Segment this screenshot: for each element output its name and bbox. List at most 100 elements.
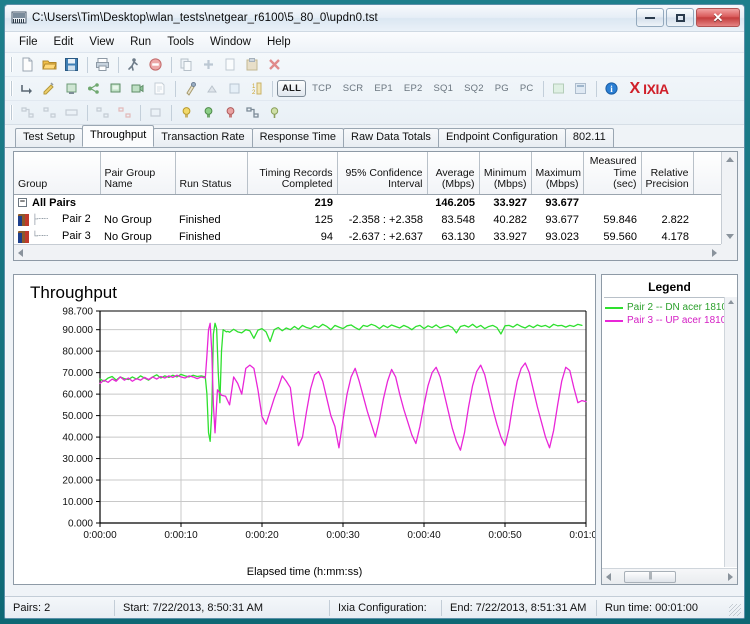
filter-tcp[interactable]: TCP [307,80,337,97]
save-disk-icon[interactable] [61,55,82,75]
cell-group: ├┈┈ Pair 2 [14,211,100,228]
scroll-left-icon[interactable] [606,573,611,581]
video-pair-icon[interactable] [127,79,148,99]
export-icon[interactable] [548,79,569,99]
table-row[interactable]: └┈┈ Pair 3 No Group Finished 94 -2.637 : … [14,228,721,245]
chart-b-icon[interactable] [39,103,60,123]
tab-802-11[interactable]: 802.11 [564,128,614,147]
menu-help[interactable]: Help [259,34,299,50]
filter-all[interactable]: ALL [277,80,307,97]
filter-ep1[interactable]: EP1 [369,80,398,97]
menu-file[interactable]: File [11,34,46,50]
bulb-green-icon[interactable] [198,103,219,123]
report-icon[interactable] [570,79,591,99]
endpoint-pair-icon[interactable] [61,79,82,99]
chart-f-icon[interactable] [145,103,166,123]
marker-icon[interactable] [264,103,285,123]
legend-vertical-scrollbar[interactable] [724,297,737,567]
scroll-right-icon[interactable] [712,249,717,257]
th-measured-time[interactable]: Measured Time (sec) [583,152,642,195]
window-title: C:\Users\Tim\Desktop\wlan_tests\netgear_… [32,12,378,24]
th-average[interactable]: Average (Mbps) [427,152,480,195]
chart-c-icon[interactable] [61,103,82,123]
tab-raw-data-totals[interactable]: Raw Data Totals [343,128,439,147]
run-test-icon[interactable] [123,55,144,75]
scroll-right-icon[interactable] [728,573,733,581]
toolbar-separator [87,56,88,73]
table-vertical-scrollbar[interactable] [721,152,737,244]
new-document-icon[interactable] [17,55,38,75]
close-button[interactable]: ✕ [696,8,740,27]
table-horizontal-scrollbar[interactable] [14,244,721,260]
th-minimum[interactable]: Minimum (Mbps) [479,152,532,195]
info-icon[interactable]: i [601,79,622,99]
toolbar-grip-icon[interactable] [10,81,13,96]
menu-view[interactable]: View [81,34,122,50]
print-icon[interactable] [92,55,113,75]
th-run-status[interactable]: Run Status [175,152,248,195]
cell-maximum: 93.677 [545,213,579,226]
th-group[interactable]: Group [14,152,101,195]
multicast-pair-icon[interactable] [83,79,104,99]
two-step-icon[interactable]: 12 [246,79,267,99]
th-timing-records[interactable]: Timing Records Completed [247,152,338,195]
vo-ip-pair-icon[interactable] [105,79,126,99]
menu-bar: File Edit View Run Tools Window Help [5,32,744,53]
script-edit-icon[interactable] [149,79,170,99]
grid-icon[interactable] [242,103,263,123]
th-relative-precision[interactable]: Relative Precision [641,152,694,195]
scroll-up-icon[interactable] [727,300,734,304]
copy-icon[interactable] [176,55,197,75]
toolbar-grip-icon[interactable] [10,105,13,120]
menu-window[interactable]: Window [202,34,259,50]
chart-a-icon[interactable] [17,103,38,123]
menu-run[interactable]: Run [122,34,159,50]
filter-sq2[interactable]: SQ2 [459,80,489,97]
filter-pg[interactable]: PG [490,80,514,97]
collapse-icon[interactable]: − [18,198,27,208]
minimize-button[interactable] [636,8,664,27]
th-maximum[interactable]: Maximum (Mbps) [531,152,584,195]
tab-test-setup[interactable]: Test Setup [15,128,83,147]
paste-pair-icon[interactable] [242,55,263,75]
delete-pair-icon[interactable] [264,55,285,75]
scroll-down-icon[interactable] [726,234,734,239]
filter-ep2[interactable]: EP2 [399,80,428,97]
filter-pc[interactable]: PC [515,80,539,97]
open-folder-icon[interactable] [39,55,60,75]
legend-horizontal-scrollbar[interactable] [602,568,737,584]
menu-edit[interactable]: Edit [46,34,82,50]
legend-item-pair-2[interactable]: Pair 2 -- DN acer 1810t [605,301,735,314]
tab-endpoint-configuration[interactable]: Endpoint Configuration [437,128,566,147]
datagram-icon[interactable] [224,79,245,99]
scroll-left-icon[interactable] [18,249,23,257]
th-pair-group-name[interactable]: Pair Group Name [100,152,176,195]
tab-throughput[interactable]: Throughput [81,125,155,147]
maximize-button[interactable] [666,8,694,27]
pair-edit-icon[interactable] [39,79,60,99]
legend-item-pair-3[interactable]: Pair 3 -- UP acer 1810t [605,314,735,327]
scroll-up-icon[interactable] [726,157,734,162]
resize-grip-icon[interactable] [729,604,741,616]
filter-scr[interactable]: SCR [338,80,369,97]
legend-scroll-thumb[interactable] [624,571,676,583]
menu-tools[interactable]: Tools [159,34,202,50]
chart-e-icon[interactable] [114,103,135,123]
toolbar-grip-icon[interactable] [10,57,13,72]
tab-response-time[interactable]: Response Time [251,128,345,147]
traffic-icon[interactable] [202,79,223,99]
chart-d-icon[interactable] [92,103,113,123]
hardware-perf-icon[interactable] [180,79,201,99]
bulb-yellow-icon[interactable] [176,103,197,123]
svg-text:40.000: 40.000 [62,433,93,444]
stop-test-icon[interactable] [145,55,166,75]
table-row[interactable]: − All Pairs 219 146.205 33.927 93.677 [14,194,721,211]
add-pair-icon[interactable] [198,55,219,75]
tab-transaction-rate[interactable]: Transaction Rate [153,128,253,147]
bulb-red-icon[interactable] [220,103,241,123]
pair-arrow-icon[interactable] [17,79,38,99]
duplicate-pair-icon[interactable] [220,55,241,75]
table-row[interactable]: ├┈┈ Pair 2 No Group Finished 125 -2.358 :… [14,211,721,228]
th-confidence-interval[interactable]: 95% Confidence Interval [337,152,428,195]
filter-sq1[interactable]: SQ1 [428,80,458,97]
